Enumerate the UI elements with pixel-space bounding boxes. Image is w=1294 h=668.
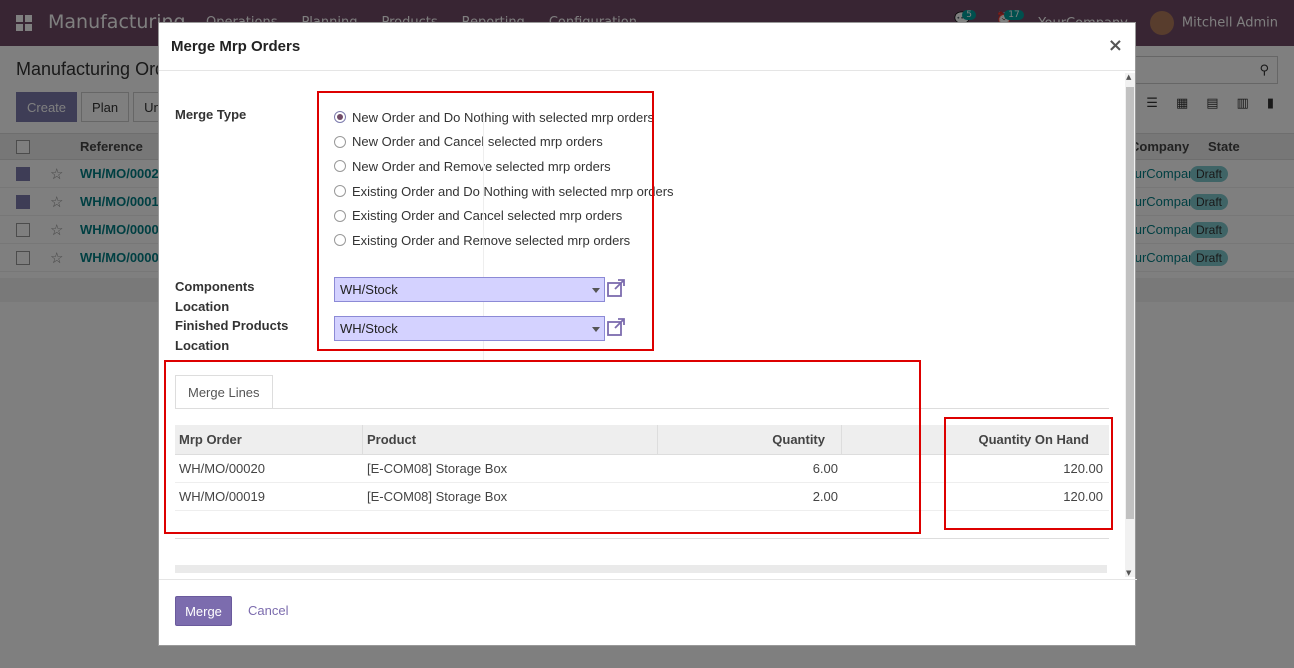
- dialog-body: ▲ ▼ Merge Type New Order and Do Nothing …: [159, 71, 1137, 579]
- label-line: Location: [175, 299, 230, 314]
- label-line: Components: [175, 279, 255, 294]
- merge-button[interactable]: Merge: [175, 596, 232, 626]
- horizontal-scrollbar[interactable]: [175, 565, 1107, 573]
- dialog-footer: Merge Cancel: [159, 579, 1137, 647]
- label-line: Location: [175, 338, 230, 353]
- highlight-box-options: [317, 91, 654, 351]
- merge-dialog: Merge Mrp Orders × ▲ ▼ Merge Type New Or…: [158, 22, 1137, 647]
- scroll-up-icon[interactable]: ▲: [1126, 73, 1131, 81]
- close-icon[interactable]: ×: [1108, 35, 1123, 56]
- cancel-button[interactable]: Cancel: [248, 603, 288, 618]
- finished-location-label: Finished Products Location: [175, 316, 288, 356]
- highlight-box-on-hand: [944, 417, 1113, 530]
- scroll-down-icon[interactable]: ▼: [1126, 569, 1131, 577]
- components-location-label: Components Location: [175, 277, 254, 317]
- vertical-scrollbar[interactable]: ▲ ▼: [1125, 73, 1135, 577]
- label-line: Finished Products: [175, 318, 289, 333]
- merge-type-label: Merge Type: [175, 107, 247, 122]
- dialog-title: Merge Mrp Orders: [171, 38, 301, 55]
- dialog-header: Merge Mrp Orders ×: [159, 23, 1135, 71]
- highlight-box-lines: [164, 360, 921, 534]
- scrollbar-thumb[interactable]: [1126, 87, 1134, 519]
